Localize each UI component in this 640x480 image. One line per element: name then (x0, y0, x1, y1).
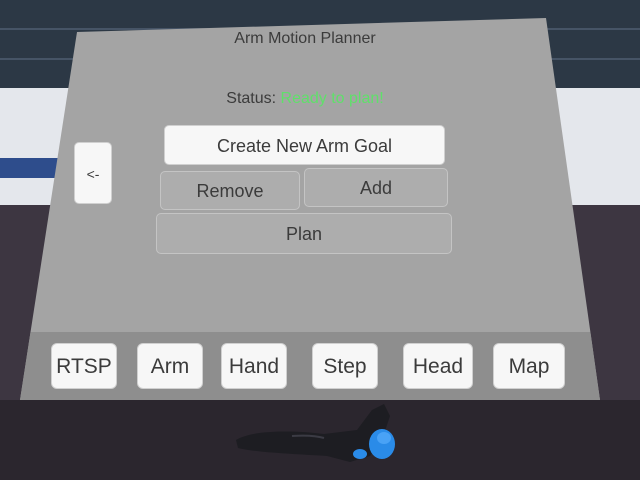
toolbar-arm-button[interactable]: Arm (137, 343, 203, 389)
remove-button[interactable]: Remove (160, 171, 300, 210)
toolbar-hand-button[interactable]: Hand (221, 343, 287, 389)
toolbar-rtsp-button[interactable]: RTSP (51, 343, 117, 389)
plan-button[interactable]: Plan (156, 213, 452, 254)
toolbar-head-button[interactable]: Head (403, 343, 473, 389)
status-label: Status: (226, 90, 277, 107)
status-row: Status: Ready to plan! (170, 90, 440, 108)
panel-body: Arm Motion Planner Status: Ready to plan… (20, 18, 600, 400)
toolbar-map-button[interactable]: Map (493, 343, 565, 389)
back-button[interactable]: <- (74, 142, 112, 204)
vr-controller-icon (236, 404, 395, 462)
add-button[interactable]: Add (304, 168, 448, 207)
arm-motion-planner-panel: Arm Motion Planner Status: Ready to plan… (20, 18, 600, 400)
panel-title: Arm Motion Planner (234, 30, 376, 47)
status-value: Ready to plan! (280, 90, 384, 107)
create-new-arm-goal-button[interactable]: Create New Arm Goal (164, 125, 445, 165)
toolbar-step-button[interactable]: Step (312, 343, 378, 389)
wall-stripe (0, 158, 60, 178)
bottom-toolbar: RTSP Arm Hand Step Head Map (20, 332, 600, 400)
